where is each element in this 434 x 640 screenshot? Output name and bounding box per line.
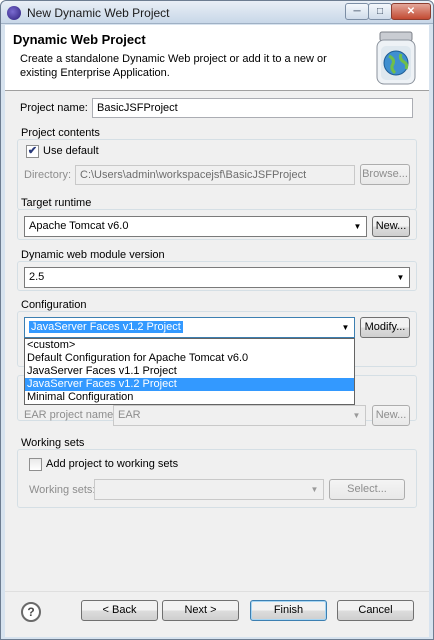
module-version-value: 2.5 [29,271,45,283]
use-default-label[interactable]: Use default [43,145,99,157]
target-runtime-label: Target runtime [21,197,92,209]
title-bar[interactable]: New Dynamic Web Project ─ □ ✕ [1,1,433,24]
module-version-select[interactable]: 2.5 ▼ [24,267,410,288]
web-project-jar-icon [376,31,416,85]
ear-project-name-label: EAR project name: [24,409,117,421]
working-sets-select[interactable]: ▼ [94,479,324,500]
target-runtime-select[interactable]: Apache Tomcat v6.0 ▼ [24,216,367,237]
dropdown-option-jsf-1-1[interactable]: JavaServer Faces v1.1 Project [25,365,354,378]
modify-button[interactable]: Modify... [360,317,410,338]
page-title: Dynamic Web Project [13,32,146,47]
ear-project-value: EAR [118,409,141,421]
footer-separator [5,591,429,592]
new-runtime-button[interactable]: New... [372,216,410,237]
configuration-select[interactable]: JavaServer Faces v1.2 Project ▼ [24,317,355,338]
chevron-down-icon: ▼ [352,411,361,420]
new-ear-button[interactable]: New... [372,405,410,426]
ear-project-select[interactable]: EAR ▼ [113,405,366,426]
cancel-button[interactable]: Cancel [337,600,414,621]
minimize-button[interactable]: ─ [345,3,369,20]
maximize-button[interactable]: □ [368,3,392,20]
configuration-label: Configuration [21,299,87,311]
chevron-down-icon: ▼ [341,323,350,332]
browse-button[interactable]: Browse... [360,164,410,185]
window-title: New Dynamic Web Project [27,6,170,20]
project-name-input[interactable]: BasicJSFProject [92,98,413,118]
dropdown-option-minimal[interactable]: Minimal Configuration [25,391,354,404]
dialog-body: Dynamic Web Project Create a standalone … [5,25,429,637]
working-sets-label: Working sets [21,437,85,449]
chevron-down-icon: ▼ [310,485,319,494]
dialog-window: New Dynamic Web Project ─ □ ✕ Dynamic We… [0,0,434,640]
target-runtime-value: Apache Tomcat v6.0 [29,220,129,232]
chevron-down-icon: ▼ [353,222,362,231]
configuration-dropdown-list: <custom> Default Configuration for Apach… [24,338,355,405]
add-to-working-sets-label[interactable]: Add project to working sets [46,458,178,470]
project-name-label: Project name: [20,102,88,114]
wizard-header: Dynamic Web Project Create a standalone … [5,25,429,91]
dropdown-option-default-tomcat[interactable]: Default Configuration for Apache Tomcat … [25,352,354,365]
eclipse-icon [7,6,21,20]
directory-label: Directory: [24,169,72,181]
add-to-working-sets-checkbox[interactable] [29,458,42,471]
chevron-down-icon: ▼ [396,273,405,282]
configuration-value: JavaServer Faces v1.2 Project [29,321,183,333]
directory-input[interactable]: C:\Users\admin\workspacejsf\BasicJSFProj… [75,165,355,185]
page-description: Create a standalone Dynamic Web project … [20,53,327,79]
working-sets-field-label: Working sets: [29,484,96,496]
select-working-sets-button[interactable]: Select... [329,479,405,500]
project-contents-label: Project contents [21,127,100,139]
close-button[interactable]: ✕ [391,3,431,20]
module-version-label: Dynamic web module version [21,249,165,261]
use-default-checkbox[interactable]: ✔ [26,145,39,158]
next-button[interactable]: Next > [162,600,239,621]
back-button[interactable]: < Back [81,600,158,621]
help-icon[interactable]: ? [21,602,41,622]
dropdown-option-jsf-1-2[interactable]: JavaServer Faces v1.2 Project [25,378,354,391]
finish-button[interactable]: Finish [250,600,327,621]
dropdown-option-custom[interactable]: <custom> [25,339,354,352]
